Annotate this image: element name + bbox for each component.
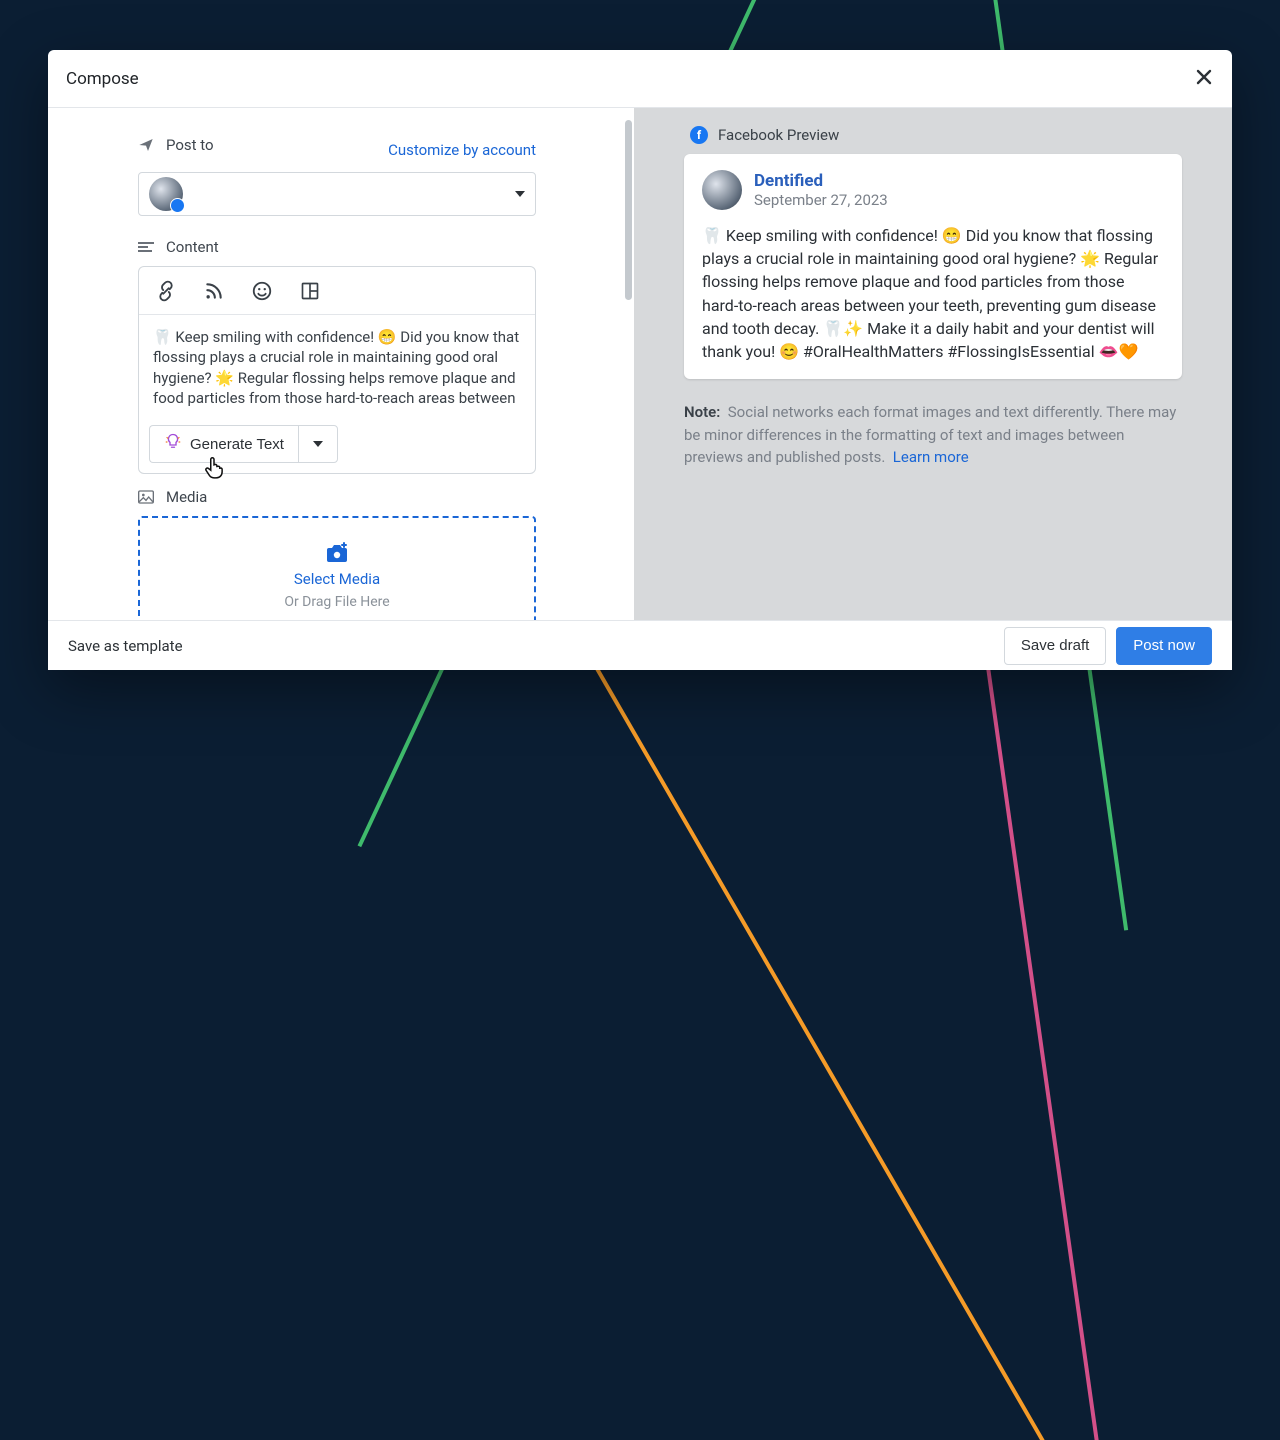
preview-panel: f Facebook Preview Dentified September 2… xyxy=(634,108,1232,620)
post-to-label-group: Post to xyxy=(138,136,214,154)
emoji-icon xyxy=(251,280,273,302)
layout-button[interactable] xyxy=(299,280,321,302)
preview-card-header: Dentified September 27, 2023 xyxy=(684,154,1182,210)
close-icon xyxy=(1194,67,1214,87)
close-button[interactable] xyxy=(1194,67,1214,91)
lightbulb-icon xyxy=(164,433,182,455)
note-label: Note: xyxy=(684,403,720,421)
save-as-template-button[interactable]: Save as template xyxy=(68,637,183,655)
content-label-group: Content xyxy=(138,238,536,256)
post-now-button[interactable]: Post now xyxy=(1116,627,1212,665)
layout-icon xyxy=(300,281,320,301)
modal-body: Post to Customize by account Content xyxy=(48,108,1232,620)
media-dropzone[interactable]: Select Media Or Drag File Here xyxy=(138,516,536,620)
compose-modal: Compose Post to Customize by account xyxy=(48,50,1232,670)
preview-title: Facebook Preview xyxy=(718,126,839,144)
content-card: Generate Text xyxy=(138,266,536,474)
preview-account-name: Dentified xyxy=(754,171,888,191)
preview-note: Note: Social networks each format images… xyxy=(684,401,1182,469)
modal-title: Compose xyxy=(66,69,139,89)
save-draft-button[interactable]: Save draft xyxy=(1004,627,1106,665)
compose-scroll[interactable]: Post to Customize by account Content xyxy=(48,108,626,620)
rss-icon xyxy=(204,281,224,301)
learn-more-link[interactable]: Learn more xyxy=(893,448,969,466)
chevron-down-icon xyxy=(515,191,525,197)
preview-header: f Facebook Preview xyxy=(690,126,1182,144)
camera-add-icon xyxy=(325,542,349,564)
emoji-button[interactable] xyxy=(251,280,273,302)
compose-form: Post to Customize by account Content xyxy=(48,108,634,620)
image-icon xyxy=(138,490,154,504)
post-to-row: Post to Customize by account xyxy=(138,136,536,164)
drag-file-label: Or Drag File Here xyxy=(284,594,389,610)
chevron-down-icon xyxy=(313,441,323,447)
facebook-badge-icon xyxy=(170,198,185,213)
account-avatar xyxy=(149,177,183,211)
send-icon xyxy=(138,137,154,153)
media-label-group: Media xyxy=(138,488,536,506)
modal-header: Compose xyxy=(48,50,1232,108)
modal-footer: Save as template Save draft Post now xyxy=(48,620,1232,670)
scrollbar[interactable] xyxy=(625,120,632,300)
account-selector[interactable] xyxy=(138,172,536,216)
footer-actions: Save draft Post now xyxy=(1004,627,1212,665)
content-label: Content xyxy=(166,238,219,256)
customize-by-account-link[interactable]: Customize by account xyxy=(388,141,536,159)
preview-body: 🦷 Keep smiling with confidence! 😁 Did yo… xyxy=(684,210,1182,363)
preview-card: Dentified September 27, 2023 🦷 Keep smil… xyxy=(684,154,1182,379)
preview-avatar xyxy=(702,170,742,210)
generate-text-dropdown[interactable] xyxy=(298,425,338,463)
link-icon xyxy=(155,280,177,302)
facebook-icon: f xyxy=(690,126,708,144)
rss-button[interactable] xyxy=(203,280,225,302)
preview-date: September 27, 2023 xyxy=(754,191,888,209)
generate-row: Generate Text xyxy=(139,415,535,473)
media-label: Media xyxy=(166,488,207,506)
post-to-label: Post to xyxy=(166,136,214,154)
generate-text-button[interactable]: Generate Text xyxy=(149,425,298,463)
content-textarea[interactable] xyxy=(139,315,535,411)
select-media-label: Select Media xyxy=(294,570,380,588)
generate-text-label: Generate Text xyxy=(190,436,284,453)
content-toolbar xyxy=(139,267,535,315)
link-button[interactable] xyxy=(155,280,177,302)
text-icon xyxy=(138,241,154,253)
